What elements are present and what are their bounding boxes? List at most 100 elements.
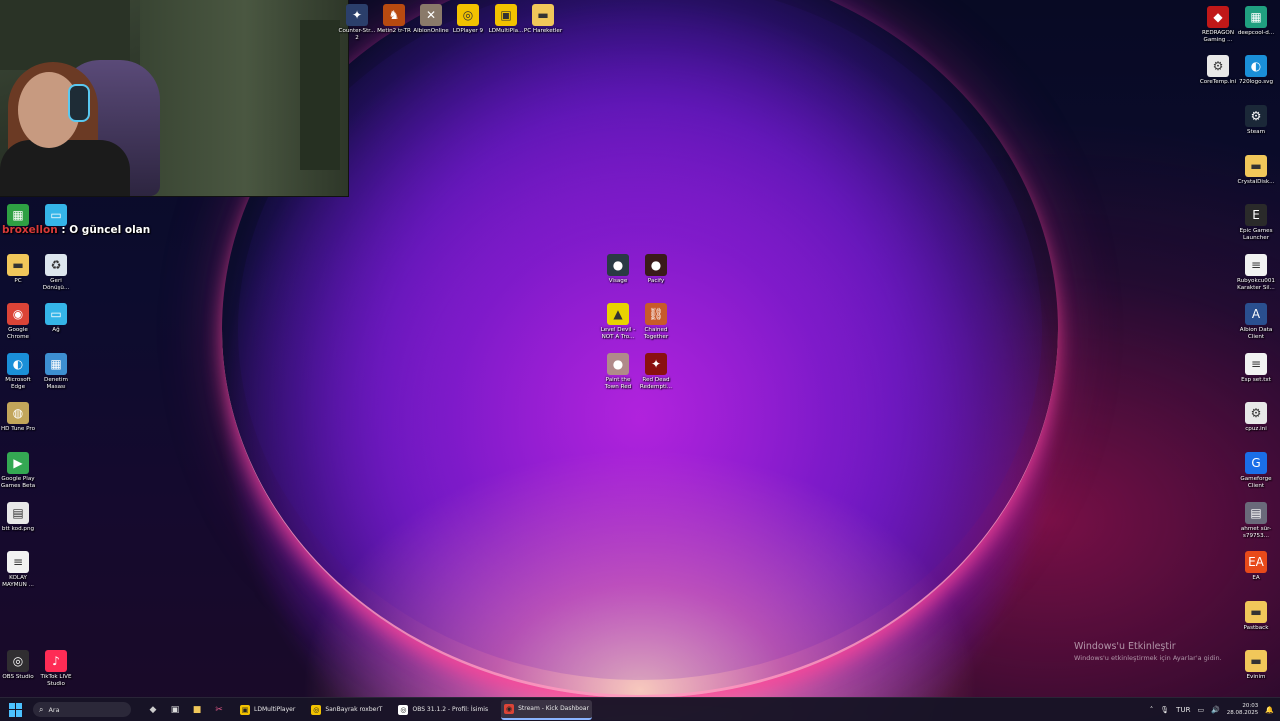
taskbar-app[interactable]: ▣ LDMultiPlayer [237,700,298,720]
settings-file-icon: ⚙ [1245,402,1267,424]
watermark-subtitle: Windows'u etkinleştirmek için Ayarlar'a … [1074,654,1222,662]
desktop-icon[interactable]: A Albion Data Client [1236,303,1276,341]
desktop-icon[interactable]: ▶ Google Play Games Beta [0,452,38,490]
desktop-icon[interactable]: ✦ Red Dead Redempti... [636,353,676,391]
file-explorer-icon[interactable]: ■ [189,703,205,717]
desktop-icon[interactable]: ▦ Denetim Masası [36,353,76,391]
copilot-icon[interactable]: ◆ [145,703,161,717]
obs-icon: ◎ [7,650,29,672]
desktop-icon[interactable]: ⚙ cpuz.ini [1236,402,1276,433]
taskbar-app-label: SanBayrak roxberT [325,706,383,713]
desktop-icon[interactable]: ≡ Esp set.txt [1236,353,1276,384]
desktop-icon[interactable]: ◎ LDPlayer 9 [448,4,488,35]
taskbar-app[interactable]: ◎ SanBayrak roxberT [308,700,385,720]
counter-strike-icon: ✦ [346,4,368,26]
settings-file-icon: ⚙ [1207,55,1229,77]
desktop-icon-label: Esp set.txt [1241,377,1271,383]
taskbar-app-label: OBS 31.1.2 - Profil: İsimis [412,706,489,713]
taskbar-app[interactable]: ◎ OBS 31.1.2 - Profil: İsimis [395,700,491,720]
desktop-icon-label: KOLAY MAYMUN ... [2,575,34,588]
epic-games-icon: E [1245,204,1267,226]
desktop-icon[interactable]: ● Pacify [636,254,676,285]
desktop-icon[interactable]: ▦ [0,204,38,228]
desktop-icon-label: PC [14,278,22,284]
desktop-icon-label: Steam [1246,129,1266,135]
desktop-icon[interactable]: ≡ Rubyokcu001 Karakter Sil... [1236,254,1276,292]
desktop-icon[interactable]: ◐ Microsoft Edge [0,353,38,391]
document-icon: ≡ [1245,353,1267,375]
desktop-icon[interactable]: ▤ ahmet sür-s79753... [1236,502,1276,540]
desktop-icon[interactable]: G Gameforge Client [1236,452,1276,490]
desktop-icon[interactable]: ◐ 720logo.svg [1236,55,1276,86]
desktop-icon[interactable]: ● Visage [598,254,638,285]
task-view-icon[interactable]: ▣ [167,703,183,717]
desktop-icon[interactable]: ♞ Metin2 tr-TR [374,4,414,35]
desktop-icon[interactable]: ▤ btt kod.png [0,502,38,533]
desktop-icon[interactable]: ▬ Evinim [1236,650,1276,681]
desktop-icon[interactable]: ▬ PC [0,254,38,285]
chrome-icon: ◉ [504,703,515,714]
desktop-icon-label: 720logo.svg [1238,79,1274,85]
metin2-icon: ♞ [383,4,405,26]
desktop-icon[interactable]: ▣ LDMultiPla... [486,4,526,35]
desktop-icon-label: Google Play Games Beta [0,476,36,489]
desktop-icon[interactable]: EA EA [1236,551,1276,582]
desktop-icon[interactable]: ▬ CrystalDisk... [1236,155,1276,186]
desktop-icon[interactable]: ♪ TikTok LIVE Studio [36,650,76,688]
desktop-icon[interactable]: ▭ [36,204,76,228]
network-icon[interactable]: ▭ [1197,706,1204,714]
headset-icon [68,84,90,122]
snipping-tool-icon[interactable]: ✂ [211,703,227,717]
desktop-icon-label: Visage [608,278,628,284]
desktop-icon[interactable]: ▬ Pastback [1236,601,1276,632]
desktop-icon[interactable]: ● Paint the Town Red [598,353,638,391]
search-placeholder: Ara [48,705,60,714]
desktop-icon[interactable]: ▬ PC Hareketler [523,4,563,35]
keyboard-language[interactable]: TUR [1176,706,1190,714]
desktop-icon-label: LDPlayer 9 [452,28,484,34]
desktop-icon[interactable]: ▦ deepcool-d... [1236,6,1276,37]
desktop-icon-label: TikTok LIVE Studio [40,674,72,687]
chrome-icon: ◉ [7,303,29,325]
desktop-icon[interactable]: ✦ Counter-Str... 2 [337,4,377,42]
desktop-icon[interactable]: ▲ Level Devil - NOT A Tro... [598,303,638,341]
desktop-icon[interactable]: ◆ REDRAGON Gaming ... [1198,6,1238,44]
folder-icon: ▬ [7,254,29,276]
desktop-icon[interactable]: ♻ Geri Dönüşü... [36,254,76,292]
taskbar-app[interactable]: ◉ Stream - Kick Dashboar [501,699,592,720]
desktop-icon[interactable]: E Epic Games Launcher [1236,204,1276,242]
desktop-icon[interactable]: ◉ Google Chrome [0,303,38,341]
clock-date: 28.08.2025 [1226,709,1259,716]
desktop-icon[interactable]: ✕ AlbionOnline [411,4,451,35]
desktop-icon-label: HD Tune Pro [0,426,36,432]
taskbar-search[interactable]: ⌕ Ara [33,702,131,717]
desktop-icon-label: Evinim [1246,674,1266,680]
desktop-icon[interactable]: ◍ HD Tune Pro [0,402,38,433]
notification-icon[interactable]: 🔔 [1265,706,1274,714]
chevron-up-icon[interactable]: ˄ [1150,706,1154,714]
desktop-icon-label: Geri Dönüşü... [42,278,70,291]
desktop-icon-label: AlbionOnline [413,28,449,34]
volume-icon[interactable]: 🔊 [1211,706,1220,714]
desktop-icon[interactable]: ◎ OBS Studio [0,650,38,681]
desktop-icon[interactable]: ⚙ Steam [1236,105,1276,136]
folder-icon: ▬ [1245,650,1267,672]
desktop-icon-label: Pastback [1243,625,1269,631]
desktop-icon[interactable]: ≡ KOLAY MAYMUN ... [0,551,38,589]
desktop-icon-label: CrystalDisk... [1237,179,1275,185]
visage-icon: ● [607,254,629,276]
microphone-icon[interactable]: 🎙 [1160,706,1169,714]
windows-start-icon[interactable] [9,702,23,717]
gameforge-icon: G [1245,452,1267,474]
image-file-icon: ▤ [1245,502,1267,524]
ea-icon: EA [1245,551,1267,573]
desktop-icon-label: Counter-Str... 2 [338,28,376,41]
desktop-icon[interactable]: ▭ Ağ [36,303,76,334]
edge-icon: ◐ [1245,55,1267,77]
redragon-icon: ◆ [1207,6,1229,28]
clock[interactable]: 20:03 28.08.2025 [1227,703,1259,717]
google-play-games-icon: ▶ [7,452,29,474]
ldplayer-icon: ◎ [311,704,322,715]
desktop-icon[interactable]: ⚙ CoreTemp.ini [1198,55,1238,86]
desktop-icon[interactable]: ⛓ Chained Together [636,303,676,341]
